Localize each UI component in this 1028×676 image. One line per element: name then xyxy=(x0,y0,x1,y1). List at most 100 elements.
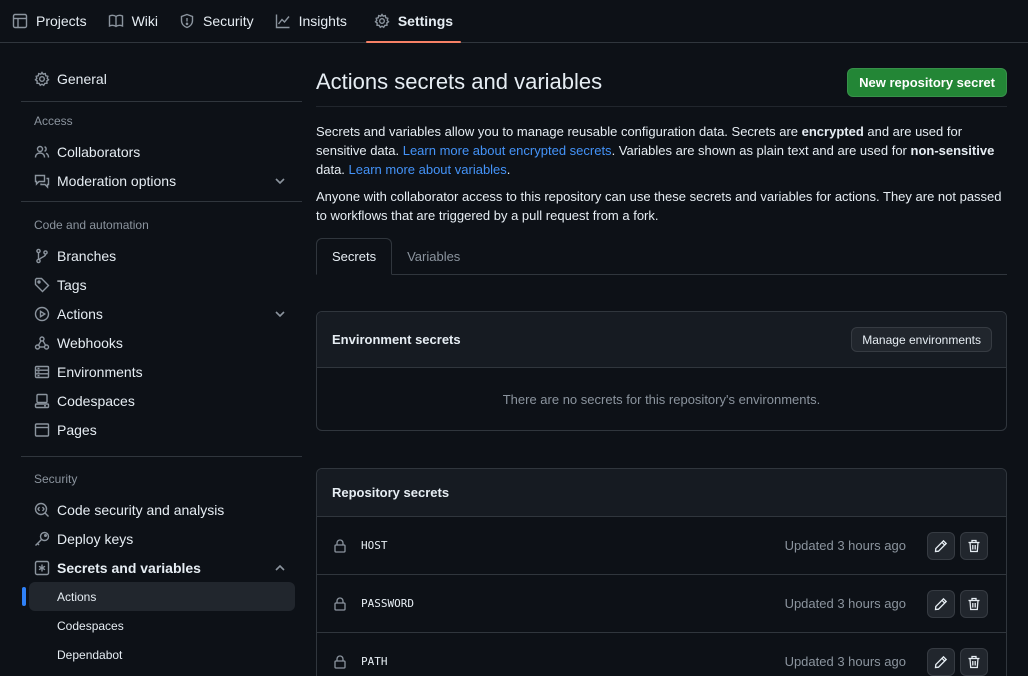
tab-variables[interactable]: Variables xyxy=(392,238,475,274)
pencil-icon xyxy=(934,655,948,668)
tag-icon xyxy=(34,277,50,292)
sidebar-item-branches[interactable]: Branches xyxy=(21,241,302,270)
repo-nav: Projects Wiki Security Insights Settings xyxy=(0,0,1028,43)
webhook-icon xyxy=(34,335,50,350)
sidebar-item-label: Moderation options xyxy=(57,172,177,189)
divider xyxy=(21,101,302,102)
trash-icon xyxy=(968,597,980,610)
secret-updated: Updated 3 hours ago xyxy=(784,654,906,669)
sidebar-item-deploy-keys[interactable]: Deploy keys xyxy=(21,524,302,553)
lock-icon xyxy=(334,596,346,611)
sidebar-item-general[interactable]: General xyxy=(21,64,302,93)
secret-row: HOST Updated 3 hours ago xyxy=(317,517,1006,575)
tab-security[interactable]: Security xyxy=(179,0,265,42)
key-icon xyxy=(35,531,50,546)
text-bold: encrypted xyxy=(801,124,864,139)
sidebar-item-secrets-variables[interactable]: Secrets and variables xyxy=(21,553,302,582)
manage-environments-button[interactable]: Manage environments xyxy=(851,327,992,352)
shield-icon xyxy=(180,13,194,29)
trash-icon xyxy=(968,539,980,552)
people-icon xyxy=(34,145,50,158)
sidebar-item-label: Branches xyxy=(57,247,117,264)
delete-secret-button[interactable] xyxy=(960,589,988,618)
active-indicator xyxy=(22,587,26,606)
sidebar-item-label: Actions xyxy=(57,305,103,322)
page-header: Actions secrets and variables New reposi… xyxy=(316,60,1007,107)
text: . xyxy=(506,162,511,177)
pencil-icon xyxy=(934,539,948,552)
comment-discussion-icon xyxy=(34,174,50,189)
new-repository-secret-button[interactable]: New repository secret xyxy=(847,67,1007,97)
access-note: Anyone with collaborator access to this … xyxy=(316,189,1002,223)
edit-secret-button[interactable] xyxy=(927,531,955,560)
sidebar-item-label: Environments xyxy=(57,363,143,380)
sidebar-item-label: Collaborators xyxy=(57,143,141,160)
secret-name: PASSWORD xyxy=(361,597,414,610)
edit-secret-button[interactable] xyxy=(927,589,955,618)
sidebar-item-pages[interactable]: Pages xyxy=(21,415,302,444)
key-asterisk-icon xyxy=(34,560,50,575)
sidebar-subitem-dependabot[interactable]: Dependabot xyxy=(21,640,302,669)
book-icon xyxy=(108,14,123,28)
sidebar-item-label: Webhooks xyxy=(57,334,123,351)
tab-projects[interactable]: Projects xyxy=(12,0,98,42)
table-icon xyxy=(12,13,28,29)
box-header: Repository secrets xyxy=(317,469,1006,517)
tab-settings[interactable]: Settings xyxy=(365,0,462,43)
sidebar-item-codespaces[interactable]: Codespaces xyxy=(21,386,302,415)
text-bold: non-sensitive xyxy=(910,143,995,158)
sidebar-item-webhooks[interactable]: Webhooks xyxy=(21,328,302,357)
text: Secrets and variables allow you to manag… xyxy=(316,124,802,139)
tab-label: Wiki xyxy=(131,13,159,29)
sidebar-item-collaborators[interactable]: Collaborators xyxy=(21,137,302,166)
box-title: Repository secrets xyxy=(332,485,450,500)
tab-label: Insights xyxy=(298,13,347,29)
sidebar-item-tags[interactable]: Tags xyxy=(21,270,302,299)
codescan-icon xyxy=(34,502,49,517)
secret-name: HOST xyxy=(361,539,388,552)
sidebar-item-label: Codespaces xyxy=(57,392,135,409)
delete-secret-button[interactable] xyxy=(960,647,988,676)
sidebar-item-moderation[interactable]: Moderation options xyxy=(21,166,302,195)
tab-label: Security xyxy=(203,13,254,29)
lock-icon xyxy=(334,654,346,669)
tab-wiki[interactable]: Wiki xyxy=(108,0,169,42)
learn-more-variables-link[interactable]: Learn more about variables xyxy=(349,162,507,177)
settings-sidebar: General Access Collaborators Moderation … xyxy=(21,60,302,676)
text: . Variables are shown as plain text and … xyxy=(611,143,911,158)
divider xyxy=(21,201,302,202)
sidebar-item-code-security[interactable]: Code security and analysis xyxy=(21,495,302,524)
trash-icon xyxy=(968,655,980,668)
main-content: Actions secrets and variables New reposi… xyxy=(316,60,1007,676)
divider xyxy=(21,456,302,457)
secret-row: PASSWORD Updated 3 hours ago xyxy=(317,575,1006,633)
sidebar-heading-security: Security xyxy=(34,472,78,486)
sidebar-item-label: Code security and analysis xyxy=(57,501,225,518)
play-icon xyxy=(34,306,50,321)
codespaces-icon xyxy=(34,393,50,408)
gear-icon xyxy=(34,70,50,86)
secrets-variables-tabs: Secrets Variables xyxy=(316,238,1007,275)
sidebar-item-label: General xyxy=(57,70,107,87)
graph-icon xyxy=(275,14,290,29)
box-header: Environment secrets Manage environments xyxy=(317,312,1006,368)
delete-secret-button[interactable] xyxy=(960,531,988,560)
learn-more-secrets-link[interactable]: Learn more about encrypted secrets xyxy=(403,143,612,158)
tab-secrets[interactable]: Secrets xyxy=(316,238,393,275)
edit-secret-button[interactable] xyxy=(927,647,955,676)
sidebar-item-actions[interactable]: Actions xyxy=(21,299,302,328)
sidebar-subitem-codespaces[interactable]: Codespaces xyxy=(21,611,302,640)
sidebar-heading-access: Access xyxy=(34,114,73,128)
sidebar-subitem-actions[interactable]: Actions xyxy=(22,582,295,611)
secret-name: PATH xyxy=(361,655,388,668)
secret-updated: Updated 3 hours ago xyxy=(784,596,906,611)
sidebar-item-environments[interactable]: Environments xyxy=(21,357,302,386)
secret-updated: Updated 3 hours ago xyxy=(784,538,906,553)
environment-secrets-box: Environment secrets Manage environments … xyxy=(316,311,1007,431)
tab-insights[interactable]: Insights xyxy=(275,0,358,42)
page-title: Actions secrets and variables xyxy=(316,69,603,94)
sidebar-heading-code: Code and automation xyxy=(34,218,149,232)
secret-row: PATH Updated 3 hours ago xyxy=(317,633,1006,676)
chevron-down-icon xyxy=(275,177,285,184)
sidebar-item-label: Deploy keys xyxy=(57,530,134,547)
